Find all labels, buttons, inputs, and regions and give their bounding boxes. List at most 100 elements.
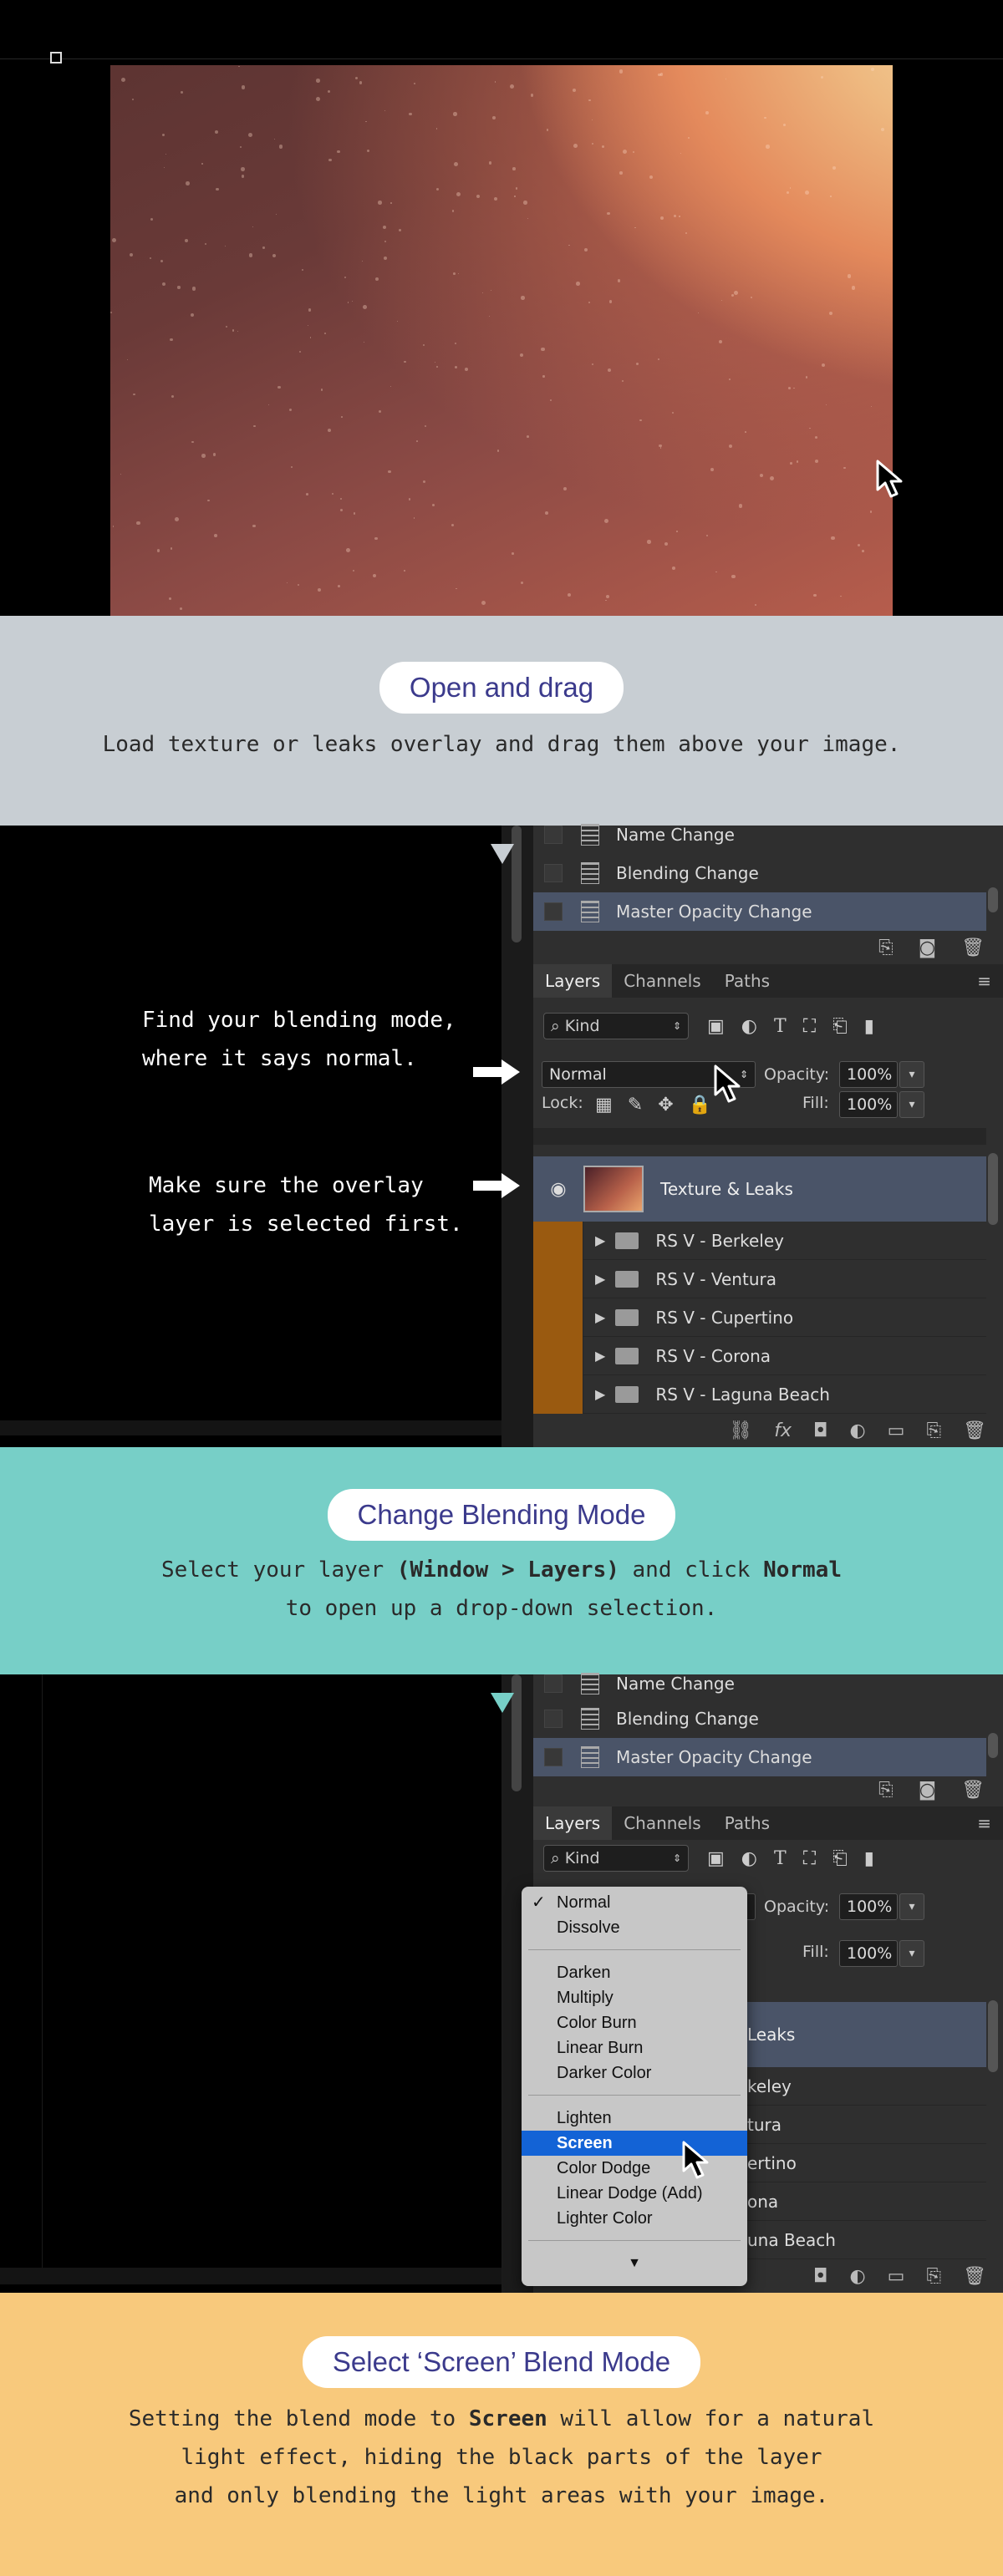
adjustment-filter-icon[interactable]: ◐ [741, 1848, 757, 1869]
layer-group-row[interactable]: ▶ RS V - Berkeley [533, 1221, 986, 1260]
canvas-scrollbar[interactable] [0, 2268, 502, 2284]
shape-filter-icon[interactable]: ⛶ [803, 1848, 816, 1869]
history-scrollbar[interactable] [988, 1733, 998, 1758]
layer-group-row[interactable]: ▶ RS V - Ventura [533, 1259, 986, 1298]
adjustment-layer-icon[interactable]: ◐ [849, 1420, 865, 1441]
menu-item-color-burn[interactable]: Color Burn [522, 2010, 747, 2035]
layer-group-row[interactable]: ▶ RS V - Corona [533, 1336, 986, 1375]
type-filter-icon[interactable]: T [774, 1848, 787, 1869]
dust-speck [327, 428, 331, 433]
opacity-dropdown-button[interactable]: ▾ [899, 1893, 924, 1920]
new-group-icon[interactable]: ▭ [888, 1420, 905, 1441]
lock-brush-icon[interactable]: ✎ [628, 1095, 643, 1115]
fill-input[interactable]: 100% [839, 1940, 898, 1967]
panel-menu-icon[interactable]: ≡ [965, 1806, 1003, 1840]
dust-speck [828, 311, 832, 315]
history-item-selected[interactable]: Master Opacity Change [533, 1738, 986, 1776]
camera-icon[interactable]: ◙ [919, 1780, 936, 1801]
tab-paths[interactable]: Paths [713, 1806, 782, 1840]
expand-triangle-icon[interactable]: ▶ [595, 1232, 605, 1248]
image-filter-icon[interactable]: ▣ [707, 1848, 725, 1869]
filter-toggle-icon[interactable]: ▮ [864, 1016, 874, 1037]
history-item-selected[interactable]: Master Opacity Change [533, 892, 986, 931]
panel-menu-icon[interactable]: ≡ [965, 964, 1003, 998]
tab-channels[interactable]: Channels [612, 1806, 713, 1840]
image-filter-icon[interactable]: ▣ [707, 1016, 725, 1037]
lock-all-icon[interactable]: 🔒 [689, 1095, 711, 1115]
shape-filter-icon[interactable]: ⛶ [803, 1016, 816, 1037]
new-document-icon[interactable]: ⎘ [878, 1780, 894, 1801]
layers-scrollbar[interactable] [988, 1153, 998, 1225]
new-document-icon[interactable]: ⎘ [878, 937, 894, 958]
history-item[interactable]: Name Change [533, 815, 986, 854]
expand-triangle-icon[interactable]: ▶ [595, 1309, 605, 1325]
menu-item-dissolve[interactable]: Dissolve [522, 1915, 747, 1940]
mask-icon[interactable]: ◘ [813, 1420, 827, 1441]
trash-icon[interactable]: 🗑 [963, 1420, 986, 1441]
dust-speck [671, 412, 674, 414]
filter-kind-select[interactable]: ⌕ Kind ⇕ [543, 1013, 689, 1039]
tab-layers[interactable]: Layers [533, 964, 613, 998]
menu-item-multiply[interactable]: Multiply [522, 1985, 747, 2010]
tab-channels[interactable]: Channels [612, 964, 713, 998]
dust-speck [224, 245, 227, 247]
layers-panel-screenshot-1: Name Change Blending Change Master Opaci… [0, 824, 1003, 1447]
visibility-eye-icon[interactable]: ◉ [533, 1179, 583, 1200]
layer-group-row[interactable]: ▶ RS V - Laguna Beach [533, 1374, 986, 1414]
opacity-input[interactable]: 100% [839, 1061, 898, 1088]
smart-object-filter-icon[interactable]: ⎗ [832, 1016, 848, 1037]
trash-icon[interactable]: 🗑 [961, 937, 985, 958]
trash-icon[interactable]: 🗑 [963, 2266, 986, 2287]
layer-group-row[interactable]: ▶ RS V - Cupertino [533, 1298, 986, 1337]
history-scrollbar[interactable] [988, 887, 998, 912]
canvas-edge-line [42, 1674, 43, 2276]
opacity-dropdown-button[interactable]: ▾ [899, 1061, 924, 1088]
dust-speck [830, 536, 835, 541]
history-item[interactable]: Blending Change [533, 1700, 986, 1738]
lock-move-icon[interactable]: ✥ [658, 1095, 673, 1115]
filter-kind-select[interactable]: ⌕ Kind ⇕ [543, 1845, 689, 1872]
layers-scrollbar[interactable] [988, 2000, 998, 2072]
menu-item-lighten[interactable]: Lighten [522, 2106, 747, 2131]
opacity-input[interactable]: 100% [839, 1893, 898, 1920]
transform-handle[interactable] [50, 52, 62, 64]
menu-item-normal[interactable]: Normal [522, 1890, 747, 1915]
mask-icon[interactable]: ◘ [813, 2266, 827, 2287]
fill-input[interactable]: 100% [839, 1091, 898, 1118]
tab-paths[interactable]: Paths [713, 964, 782, 998]
history-item[interactable]: Blending Change [533, 854, 986, 892]
filter-toggle-icon[interactable]: ▮ [864, 1848, 874, 1869]
dust-speck [573, 143, 578, 148]
new-layer-icon[interactable]: ⎘ [926, 1420, 941, 1441]
menu-item-darker-color[interactable]: Darker Color [522, 2060, 747, 2086]
dust-speck [207, 499, 211, 502]
expand-triangle-icon[interactable]: ▶ [595, 1386, 605, 1402]
expand-triangle-icon[interactable]: ▶ [595, 1348, 605, 1364]
tab-layers[interactable]: Layers [533, 1806, 613, 1840]
lock-transparent-icon[interactable]: ▦ [595, 1095, 613, 1115]
camera-icon[interactable]: ◙ [919, 937, 936, 958]
layer-row-selected[interactable]: ◉ Texture & Leaks [533, 1156, 986, 1222]
canvas-scrollbar[interactable] [0, 1420, 502, 1435]
dust-speck [156, 548, 160, 552]
menu-item-lighter-color[interactable]: Lighter Color [522, 2206, 747, 2231]
fx-icon[interactable]: fx [774, 1420, 792, 1441]
type-filter-icon[interactable]: T [774, 1016, 787, 1037]
menu-item-darken[interactable]: Darken [522, 1960, 747, 1985]
dust-speck [521, 581, 524, 584]
expand-triangle-icon[interactable]: ▶ [595, 1271, 605, 1287]
dust-speck [201, 163, 203, 165]
new-group-icon[interactable]: ▭ [888, 2266, 905, 2287]
adjustment-filter-icon[interactable]: ◐ [741, 1016, 757, 1037]
menu-item-linear-burn[interactable]: Linear Burn [522, 2035, 747, 2060]
fill-dropdown-button[interactable]: ▾ [899, 1940, 924, 1967]
menu-scroll-down-icon[interactable]: ▼ [522, 2251, 747, 2276]
adjustment-layer-icon[interactable]: ◐ [849, 2266, 865, 2287]
smart-object-filter-icon[interactable]: ⎗ [832, 1848, 848, 1869]
new-layer-icon[interactable]: ⎘ [926, 2266, 941, 2287]
trash-icon[interactable]: 🗑 [961, 1780, 985, 1801]
dust-speck [489, 161, 492, 165]
link-icon[interactable]: ⛓ [729, 1420, 752, 1441]
history-item[interactable]: Name Change [533, 1664, 986, 1703]
fill-dropdown-button[interactable]: ▾ [899, 1091, 924, 1118]
